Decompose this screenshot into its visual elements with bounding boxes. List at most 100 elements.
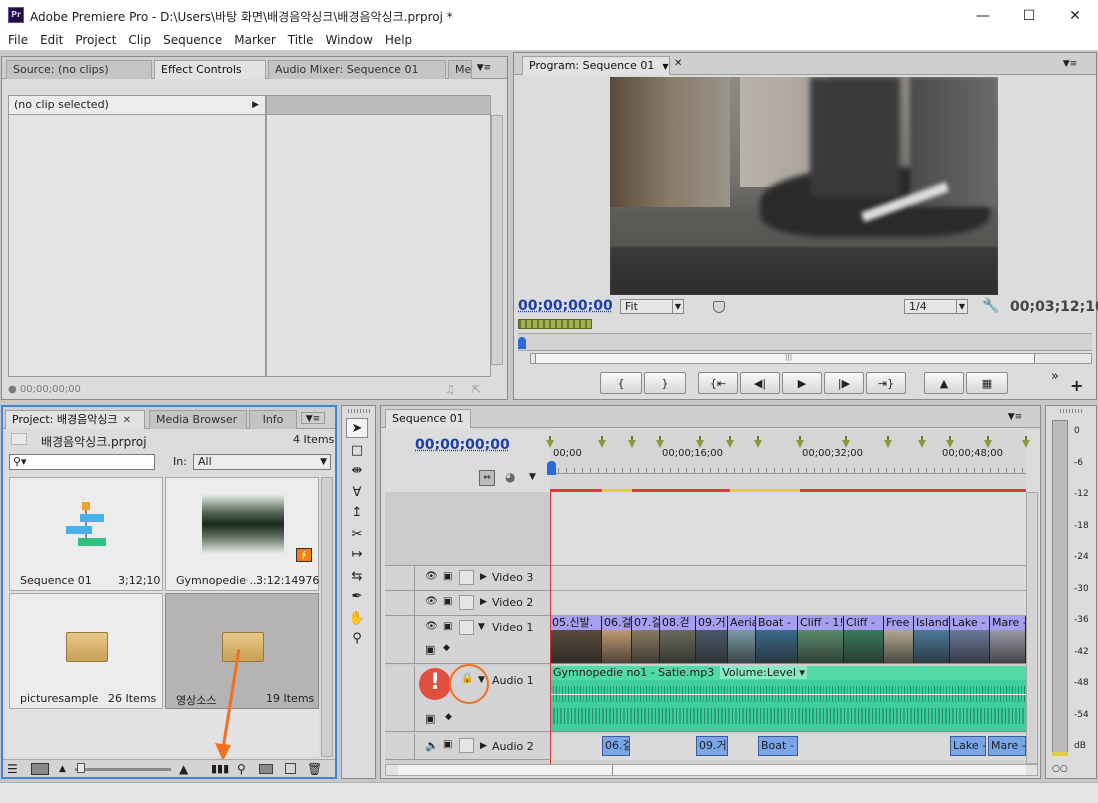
project-panel-menu-icon[interactable]: ▼≡ [301,412,325,424]
audio-clip[interactable]: Mare - [988,736,1026,756]
audio-clip[interactable]: Boat - [758,736,798,756]
menu-marker[interactable]: Marker [228,31,281,51]
menu-help[interactable]: Help [379,31,418,51]
expand-track-icon[interactable]: ▶ [480,741,487,751]
volume-effect-menu[interactable]: Volume:Level ▾ [720,666,807,679]
razor-tool-icon[interactable]: ✂ [346,524,368,544]
maximize-button[interactable]: ☐ [1006,0,1052,31]
close-window-button[interactable]: ✕ [1052,0,1098,31]
go-to-in-button[interactable]: {⇤ [698,372,738,394]
wrench-icon[interactable]: 🔧 [982,298,999,314]
timeline-panel-menu-icon[interactable]: ▼≡ [1007,411,1023,423]
video-clip[interactable]: Island [914,616,950,663]
expand-arrow-icon[interactable]: ▶ [252,96,259,114]
in-filter-select[interactable]: All ▼ [193,454,331,470]
audio-clip[interactable]: Lake - [950,736,986,756]
playback-resolution-select[interactable]: 1/4 ▼ [904,299,968,314]
close-tab-icon[interactable]: ✕ [674,58,682,69]
tab-metadata[interactable]: Me [448,60,472,79]
close-tab-icon[interactable]: ✕ [469,414,470,425]
trash-icon[interactable]: 🗑 [307,762,322,776]
video-clip[interactable]: 06.걸 [602,616,632,663]
effect-controls-scrollbar[interactable] [491,115,503,365]
go-to-out-button[interactable]: ⇥} [866,372,906,394]
video-clip[interactable]: Aeria [728,616,756,663]
tab-project[interactable]: Project: 배경음악싱크 ✕ [5,410,145,429]
sync-lock-icon[interactable]: ▣ [443,571,452,582]
audio-clip[interactable]: 06.걸 [602,736,630,756]
project-item-audio[interactable]: ∮ Gymnopedie ... 3:12:14976 [165,477,319,591]
display-style-icon[interactable]: ▣ [425,712,435,725]
timeline-ruler[interactable]: 00;00 00;00;16;00 00;00;32;00 00;00;48;0… [546,430,1030,492]
slide-tool-icon[interactable]: ⇆ [346,566,368,586]
step-forward-button[interactable]: |▶ [824,372,864,394]
rolling-edit-tool-icon[interactable]: ∀ [346,482,368,502]
menu-file[interactable]: File [2,31,34,51]
menu-project[interactable]: Project [69,31,122,51]
clip-selector[interactable]: (no clip selected) ▶ [8,95,266,115]
menu-sequence[interactable]: Sequence [157,31,228,51]
video-clip[interactable]: Free [884,616,914,663]
timeline-timecode[interactable]: 00;00;00;00 [415,437,510,453]
sync-lock-icon[interactable]: ▣ [443,621,452,632]
tab-dropdown-icon[interactable]: ▼ [662,62,668,71]
more-controls-icon[interactable]: » [1051,369,1059,384]
tab-program[interactable]: Program: Sequence 01 ▼ [522,56,670,75]
eye-icon[interactable]: 👁 [425,571,438,582]
icon-view-icon[interactable] [31,762,49,775]
tab-effect-controls[interactable]: Effect Controls [154,60,266,79]
ripple-edit-tool-icon[interactable]: ⇼ [346,460,368,480]
lock-icon[interactable]: 🔒 [461,673,473,684]
collapse-track-icon[interactable]: ▼ [478,675,485,685]
zoom-out-icon[interactable]: ▲ [59,764,66,774]
video-clip[interactable]: 09.거 [696,616,728,663]
add-marker-icon[interactable]: ▼ [529,472,536,482]
list-view-icon[interactable]: ☰ [7,762,18,776]
new-item-icon[interactable] [285,763,296,774]
project-item-folder-picturesample[interactable]: picturesample 26 Items [9,593,163,709]
display-style-icon[interactable]: ▣ [425,643,435,656]
video-clip[interactable]: Cliff - 1! [798,616,844,663]
track-content-video3[interactable] [550,566,1026,591]
video-clip[interactable]: 05.신발. [550,616,602,663]
video-clip[interactable]: 07.걸 [632,616,660,663]
zoom-in-icon[interactable]: ▲ [179,762,188,776]
zoom-tool-icon[interactable]: ⚲ [346,628,368,648]
selection-tool-icon[interactable]: ➤ [346,418,368,438]
export-frame-icon[interactable]: ⇱ [472,383,481,396]
audio-clip[interactable]: 09.거 [696,736,728,756]
track-content-video1[interactable]: 05.신발. 06.걸 07.걸 08.걷 09.거 Aeria Boat - Cliff … [550,616,1026,664]
sync-lock-icon[interactable]: ▣ [443,596,452,607]
track-lock-toggle[interactable] [459,570,474,585]
expand-track-icon[interactable]: ▶ [480,572,487,582]
thumbnail-size-slider[interactable] [75,768,171,771]
program-panel-menu-icon[interactable]: ▼≡ [1062,58,1078,70]
step-back-button[interactable]: ◀| [740,372,780,394]
panel-menu-icon[interactable]: ▼≡ [476,62,492,74]
tab-audio-mixer[interactable]: Audio Mixer: Sequence 01 [268,60,446,79]
eye-icon[interactable]: 👁 [425,596,438,607]
snap-icon[interactable]: ⇔ [479,470,495,486]
extract-button[interactable]: ▦ [966,372,1008,394]
program-current-timecode[interactable]: 00;00;00;00 [518,298,613,314]
program-video-frame[interactable] [610,77,998,295]
play-button[interactable]: ▶ [782,372,822,394]
menu-window[interactable]: Window [319,31,378,51]
keyframe-icon[interactable]: ◆ [445,712,452,722]
tab-media-browser[interactable]: Media Browser [149,410,247,429]
program-time-ruler[interactable] [518,333,1092,351]
find-icon[interactable]: ⚲ [237,762,246,776]
project-item-sequence[interactable]: Sequence 01 3;12;10 [9,477,163,591]
audio1-clip[interactable]: Gymnopedie no1 - Satie.mp3 Volume:Level ▾ [550,666,1026,732]
video-clip[interactable]: Mare - [990,616,1026,663]
video-clip[interactable]: Boat - [756,616,798,663]
menu-title[interactable]: Title [282,31,320,51]
minimize-button[interactable]: — [960,0,1006,31]
video-clip[interactable]: Cliff - [844,616,884,663]
new-bin-icon[interactable] [259,763,273,774]
expand-track-icon[interactable]: ▶ [480,597,487,607]
solo-buttons[interactable]: ○○ [1052,764,1068,774]
automate-to-sequence-icon[interactable]: ▮▮▮ [211,762,229,775]
hand-tool-icon[interactable]: ✋ [346,608,368,628]
slip-tool-icon[interactable]: ↦ [346,544,368,564]
